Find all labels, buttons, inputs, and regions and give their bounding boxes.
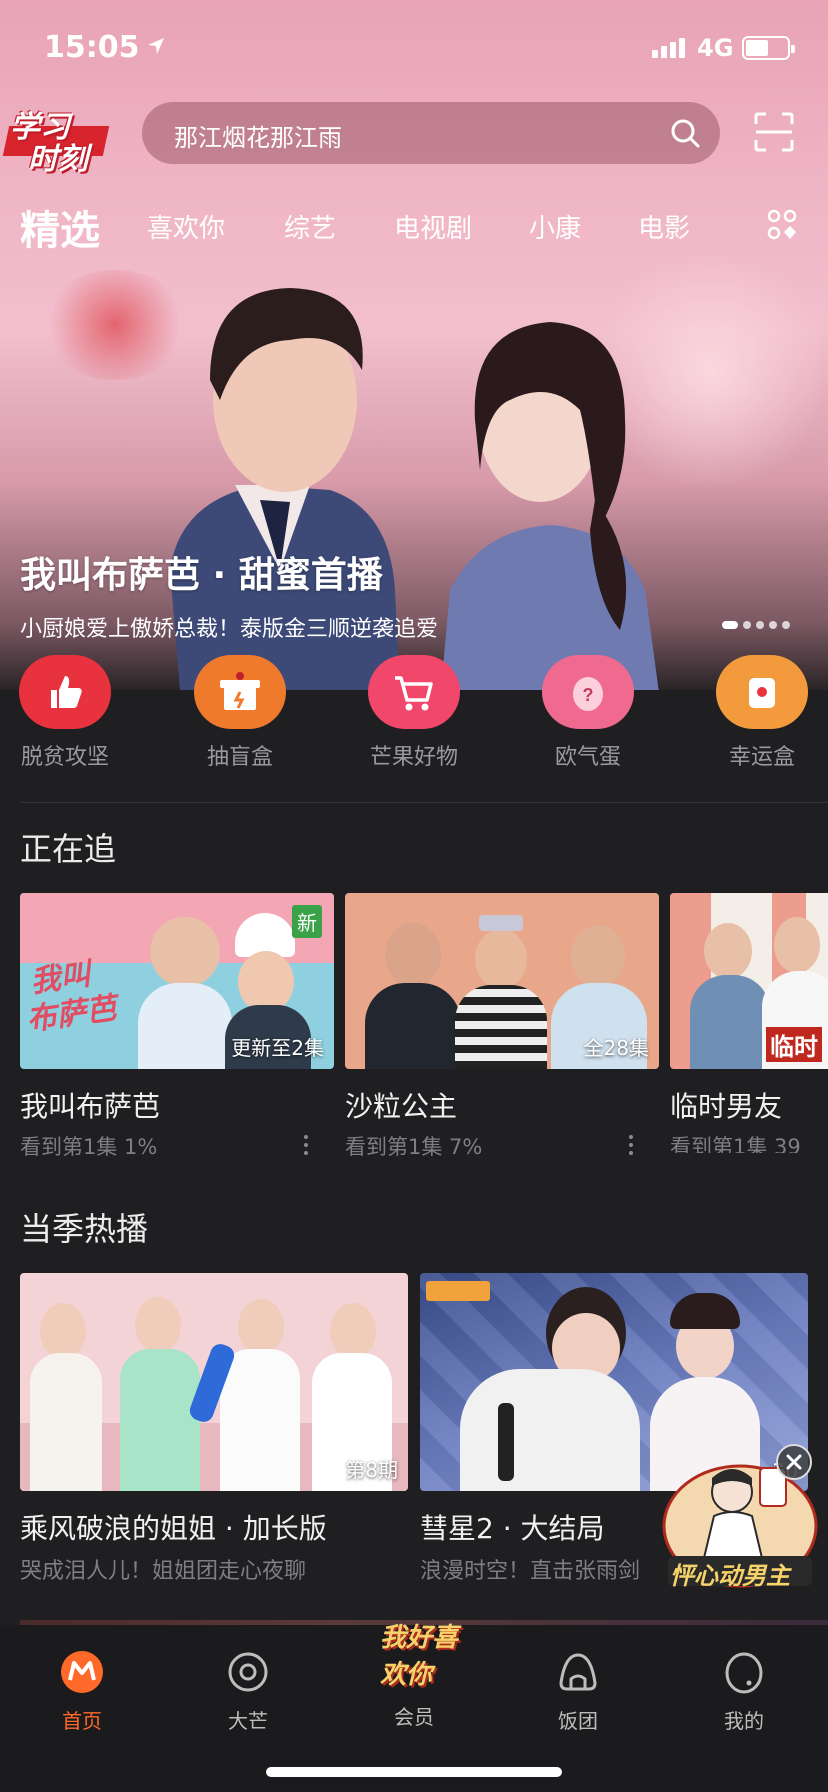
show-thumbnail: 全28集 — [345, 893, 659, 1069]
quick-link-lucky-box[interactable]: 幸运盒 — [702, 655, 822, 771]
episode-caption: 临时 — [766, 1027, 822, 1062]
lucky-box-icon — [716, 655, 808, 729]
show-thumbnail: 临时 — [670, 893, 828, 1069]
show-title: 乘风破浪的姐姐 · 加长版 — [20, 1512, 327, 1545]
tab-dianying[interactable]: 电影 — [638, 208, 690, 245]
quick-link-mango-goods[interactable]: 芒果好物 — [354, 655, 474, 771]
show-thumbnail: 我叫 布萨芭 新 更新至2集 — [20, 893, 334, 1069]
nav-home[interactable]: 首页 — [22, 1649, 142, 1734]
quick-link-blind-box[interactable]: 抽盲盒 — [180, 655, 300, 771]
search-placeholder: 那江烟花那江雨 — [174, 124, 342, 152]
watch-progress: 看到第1集 7% — [345, 1135, 483, 1159]
watch-progress: 看到第1集 39 — [670, 1135, 801, 1153]
nav-profile[interactable]: 我的 — [684, 1649, 804, 1734]
more-channels-icon[interactable] — [766, 208, 798, 242]
search-bar[interactable]: 那江烟花那江雨 — [142, 102, 720, 164]
hot-show-card[interactable]: 第8期 乘风破浪的姐姐 · 加长版 哭成泪人儿！姐姐团走心夜聊 — [20, 1273, 408, 1584]
mango-home-icon — [61, 1651, 103, 1693]
status-bar: 15:05 4G — [0, 0, 828, 92]
hero-subtitle: 小厨娘爱上傲娇总裁！泰版金三顺逆袭追爱 — [20, 617, 439, 642]
hero-title: 我叫布萨芭 · 甜蜜首播 — [20, 555, 383, 596]
network-type: 4G — [697, 34, 734, 62]
tab-dianshiju[interactable]: 电视剧 — [394, 208, 472, 245]
profile-icon — [725, 1652, 763, 1694]
episode-caption: 更新至2集 — [231, 1036, 324, 1060]
hero-woman-image — [440, 322, 659, 690]
xuexi-shike-logo[interactable]: 学习 时刻 — [2, 104, 110, 177]
damang-icon — [228, 1652, 268, 1692]
location-arrow-icon — [148, 38, 164, 54]
section-title-watching: 正在追 — [20, 830, 117, 868]
new-badge: 新 — [292, 905, 322, 938]
category-tabs: 精选 喜欢你 综艺 电视剧 小康 电影 — [0, 198, 828, 254]
svg-text:?: ? — [583, 685, 594, 705]
rice-ball-icon — [559, 1653, 597, 1691]
thumbs-up-icon — [19, 655, 111, 729]
watch-progress: 看到第1集 1% — [20, 1135, 158, 1159]
section-divider — [20, 802, 828, 803]
more-options-icon[interactable] — [304, 1135, 310, 1155]
show-title: 沙粒公主 — [345, 1090, 458, 1123]
gift-box-icon — [194, 655, 286, 729]
section-title-hot: 当季热播 — [20, 1210, 149, 1248]
show-subtitle: 浪漫时空！直击张雨剑 — [420, 1559, 641, 1584]
close-icon — [786, 1454, 802, 1470]
show-thumbnail: 第8期 — [20, 1273, 408, 1491]
signal-icon — [652, 38, 685, 58]
promo-text: 怦心动男主 — [670, 1562, 790, 1590]
tab-jingxuan[interactable]: 精选 — [20, 198, 100, 256]
episode-caption: 全28集 — [583, 1036, 649, 1060]
vip-promo-art[interactable]: 我好喜欢你 — [362, 1613, 466, 1693]
cart-icon — [368, 655, 460, 729]
more-options-icon[interactable] — [629, 1135, 635, 1155]
nav-damang[interactable]: 大芒 — [188, 1649, 308, 1734]
home-indicator — [266, 1767, 562, 1777]
egg-icon: ? — [542, 655, 634, 729]
search-icon[interactable] — [668, 116, 702, 150]
show-title: 临时男友 — [670, 1090, 783, 1123]
watching-card[interactable]: 临时 临时男友 看到第1集 39 — [670, 893, 828, 1153]
tab-xihuanni[interactable]: 喜欢你 — [147, 208, 225, 245]
show-title: 彗星2 · 大结局 — [420, 1512, 605, 1545]
scan-icon[interactable] — [752, 110, 796, 154]
tab-xiaokang[interactable]: 小康 — [529, 208, 581, 245]
close-promo-button[interactable] — [776, 1444, 812, 1480]
quick-link-tuopin[interactable]: 脱贫攻坚 — [5, 655, 125, 771]
watching-card[interactable]: 全28集 沙粒公主 看到第1集 7% — [345, 893, 659, 1159]
tab-zongyi[interactable]: 综艺 — [284, 208, 336, 245]
carousel-indicator — [722, 621, 790, 629]
quick-links: 脱贫攻坚 抽盲盒 芒果好物 ? 欧气蛋 幸运盒 — [0, 655, 828, 770]
status-time: 15:05 — [44, 30, 140, 65]
watching-card[interactable]: 我叫 布萨芭 新 更新至2集 我叫布萨芭 看到第1集 1% — [20, 893, 334, 1159]
quick-link-ouqi-egg[interactable]: ? 欧气蛋 — [528, 655, 648, 771]
battery-icon — [742, 36, 795, 60]
show-title: 我叫布萨芭 — [20, 1090, 161, 1123]
episode-caption: 第8期 — [345, 1458, 398, 1482]
show-subtitle: 哭成泪人儿！姐姐团走心夜聊 — [20, 1559, 307, 1584]
nav-fantuan[interactable]: 饭团 — [518, 1649, 638, 1734]
